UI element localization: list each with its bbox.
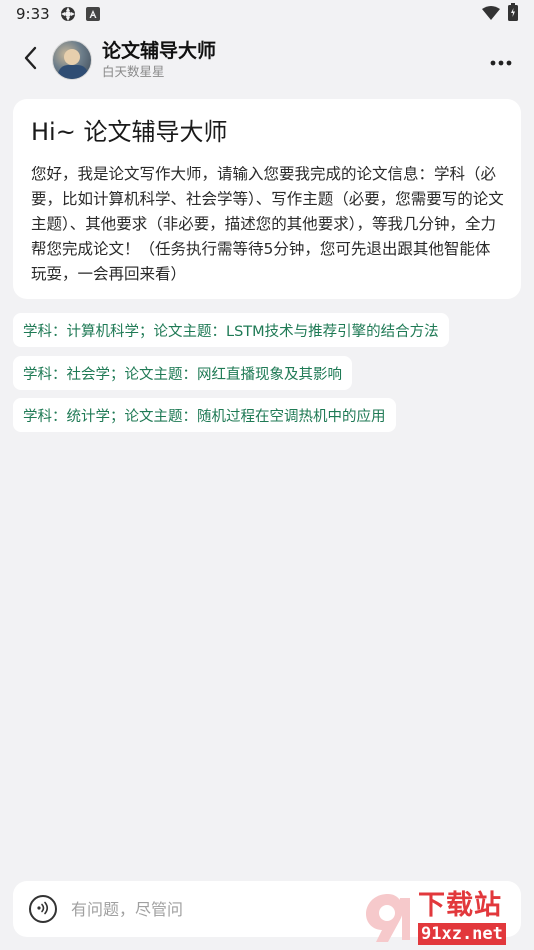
voice-icon xyxy=(36,900,50,919)
watermark-name: 下载站 xyxy=(418,890,502,921)
page-title: 论文辅导大师 xyxy=(102,40,217,62)
status-time: 9:33 xyxy=(16,5,50,23)
more-horizontal-icon xyxy=(490,51,512,70)
avatar[interactable] xyxy=(52,40,92,80)
wifi-icon xyxy=(482,5,500,24)
intro-card: Hi~ 论文辅导大师 您好，我是论文写作大师，请输入您要我完成的论文信息：学科（… xyxy=(13,99,521,299)
intro-body: 您好，我是论文写作大师，请输入您要我完成的论文信息：学科（必要，比如计算机科学、… xyxy=(31,165,504,283)
settings-status-icon xyxy=(60,6,76,22)
title-block: 论文辅导大师 白天数星星 xyxy=(102,39,216,81)
watermark-domain: 91xz.net xyxy=(418,923,506,945)
suggestion-chip[interactable]: 学科：社会学；论文主题：网红直播现象及其影响 xyxy=(13,356,352,390)
suggestion-chip[interactable]: 学科：计算机科学；论文主题：LSTM技术与推荐引擎的结合方法 xyxy=(13,313,449,347)
more-button[interactable] xyxy=(486,45,516,75)
suggestion-chip[interactable]: 学科：统计学；论文主题：随机过程在空调热机中的应用 xyxy=(13,398,396,432)
watermark: 下载站 91xz.net xyxy=(360,888,530,948)
watermark-text: 下载站 91xz.net xyxy=(418,891,506,945)
back-button[interactable] xyxy=(8,38,52,82)
chevron-left-icon xyxy=(23,46,37,74)
battery-icon xyxy=(508,3,518,25)
page-subtitle: 白天数星星 xyxy=(102,64,165,79)
intro-title: Hi~ 论文辅导大师 xyxy=(31,118,228,146)
status-right xyxy=(482,3,518,25)
app-header: 论文辅导大师 白天数星星 xyxy=(0,30,534,90)
app-notification-icon xyxy=(85,7,100,21)
status-bar: 9:33 xyxy=(0,0,534,28)
voice-input-button[interactable] xyxy=(29,895,57,923)
watermark-logo-icon xyxy=(360,890,416,946)
